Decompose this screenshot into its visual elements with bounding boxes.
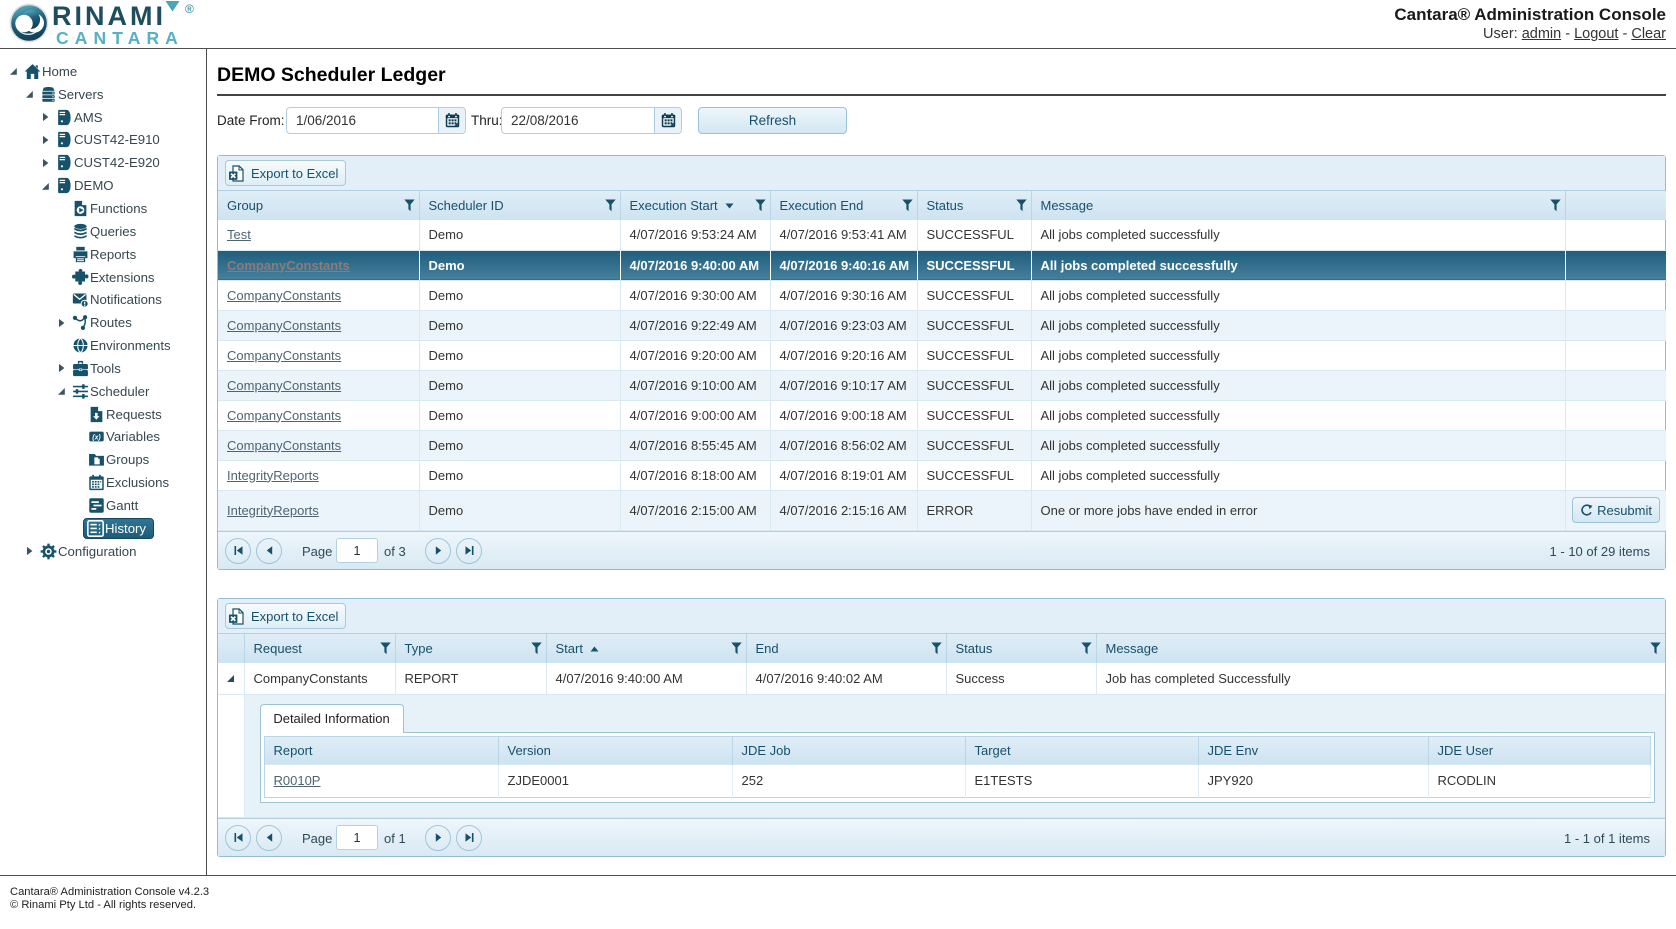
- svg-text:(x): (x): [92, 435, 101, 442]
